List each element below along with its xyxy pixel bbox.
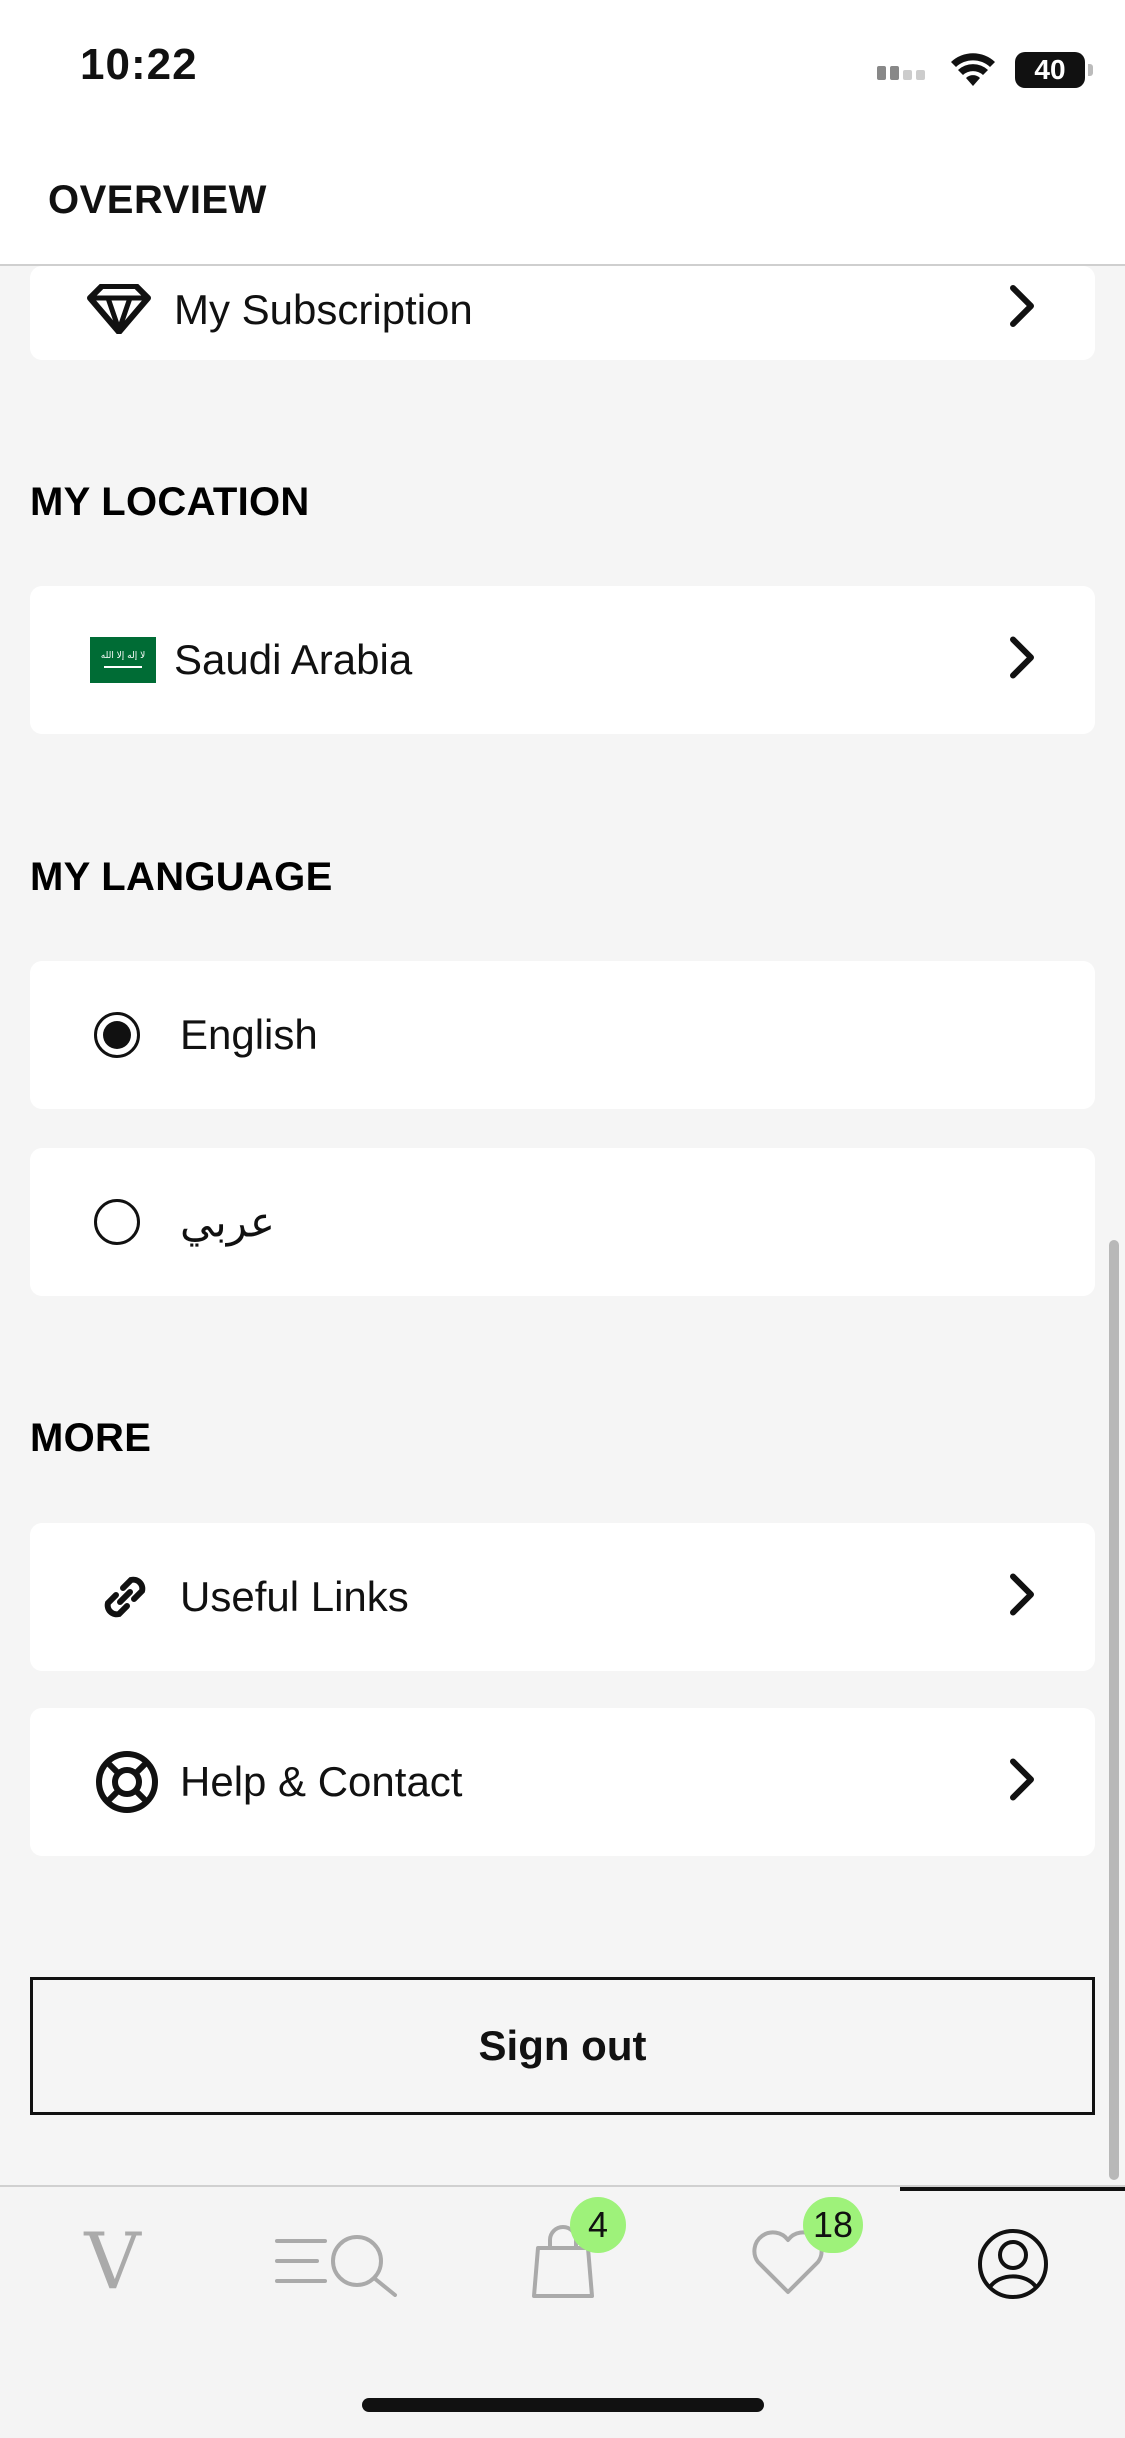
logo-v-icon: V xyxy=(84,2217,141,2307)
home-indicator xyxy=(362,2398,764,2412)
user-icon xyxy=(977,2229,1048,2299)
diamond-icon xyxy=(86,284,152,334)
tab-bar: V 4 18 xyxy=(0,2185,1125,2438)
location-section-title: MY LOCATION xyxy=(30,480,310,524)
menu-search-icon xyxy=(274,2235,397,2297)
chevron-right-icon xyxy=(1009,1758,1035,1807)
chevron-right-icon xyxy=(1009,284,1035,333)
battery-icon: 40 xyxy=(1015,52,1093,88)
wishlist-count-badge: 18 xyxy=(803,2197,864,2253)
country-label: Saudi Arabia xyxy=(174,636,413,683)
wifi-icon xyxy=(951,53,995,86)
subscription-label: My Subscription xyxy=(174,286,473,333)
tab-wishlist[interactable]: 18 xyxy=(675,2187,900,2337)
bag-count-badge: 4 xyxy=(570,2197,626,2253)
language-label-arabic: عربي xyxy=(180,1198,275,1246)
language-option-arabic[interactable]: عربي xyxy=(30,1148,1095,1296)
subscription-row[interactable]: My Subscription xyxy=(30,266,1095,360)
language-section-title: MY LANGUAGE xyxy=(30,855,333,899)
tab-home[interactable]: V xyxy=(0,2187,225,2337)
page-title: OVERVIEW xyxy=(48,178,267,222)
tab-search[interactable] xyxy=(225,2187,450,2337)
flag-inscription: لا إله إلا الله xyxy=(101,651,145,661)
status-bar: 10:22 40 xyxy=(0,0,1125,140)
radio-selected-icon[interactable] xyxy=(94,1012,140,1058)
lifebuoy-icon xyxy=(94,1749,160,1815)
help-contact-label: Help & Contact xyxy=(180,1758,463,1805)
overview-header: OVERVIEW xyxy=(0,140,1125,266)
radio-unselected-icon[interactable] xyxy=(94,1199,140,1245)
language-label-english: English xyxy=(180,1011,318,1058)
chevron-right-icon xyxy=(1009,636,1035,685)
scrollbar[interactable] xyxy=(1109,1240,1119,2180)
sign-out-button[interactable]: Sign out xyxy=(30,1977,1095,2115)
cellular-signal-icon xyxy=(877,66,925,80)
saudi-flag-icon: لا إله إلا الله xyxy=(90,637,156,683)
useful-links-row[interactable]: Useful Links xyxy=(30,1523,1095,1671)
battery-level: 40 xyxy=(1034,54,1066,85)
help-contact-row[interactable]: Help & Contact xyxy=(30,1708,1095,1856)
status-time: 10:22 xyxy=(80,40,198,89)
useful-links-label: Useful Links xyxy=(180,1573,409,1620)
more-section-title: MORE xyxy=(30,1416,152,1460)
status-icons: 40 xyxy=(877,48,1093,92)
location-row[interactable]: لا إله إلا الله Saudi Arabia xyxy=(30,586,1095,734)
tab-bag[interactable]: 4 xyxy=(450,2187,675,2337)
tab-account[interactable] xyxy=(900,2187,1125,2337)
language-option-english[interactable]: English xyxy=(30,961,1095,1109)
chevron-right-icon xyxy=(1009,1573,1035,1622)
link-icon xyxy=(96,1568,154,1626)
